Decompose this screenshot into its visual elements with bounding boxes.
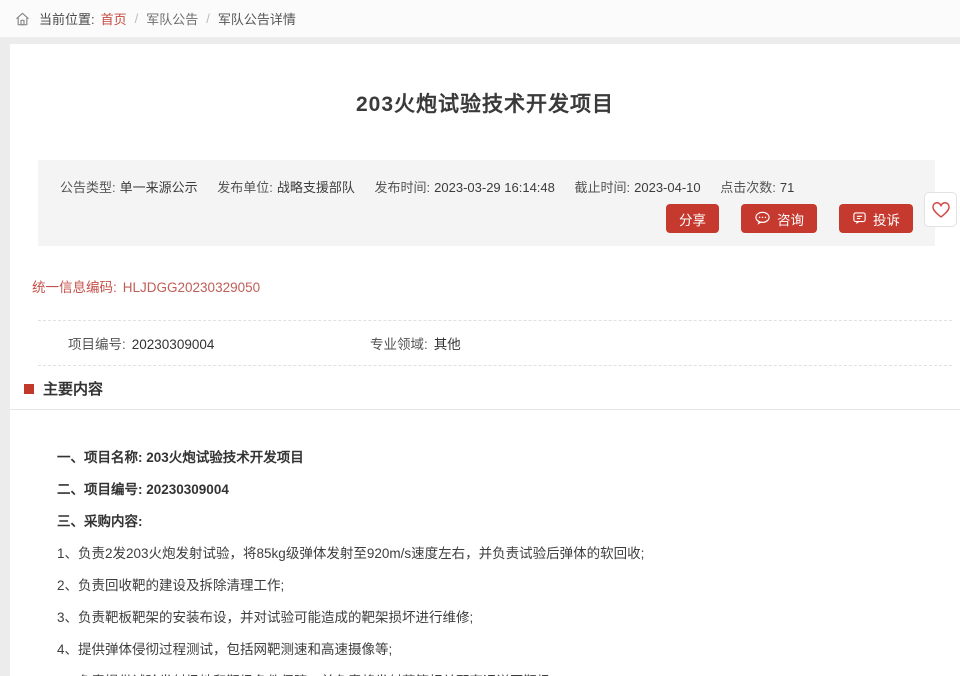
actions-row: 分享 咨询 投诉: [60, 204, 913, 233]
meta-field-publish-time: 发布时间: 2023-03-29 16:14:48: [374, 180, 555, 195]
consult-button[interactable]: 咨询: [741, 204, 817, 233]
content-item-1: 1、负责2发203火炮发射试验，将85kg级弹体发射至920m/s速度左右，并负…: [57, 546, 645, 561]
section-header-main-content: 主要内容: [10, 366, 960, 410]
content-item-3: 3、负责靶板靶架的安装布设，并对试验可能造成的靶架损坏进行维修;: [57, 610, 474, 625]
main-content-body: 一、项目名称: 203火炮试验技术开发项目 二、项目编号: 2023030900…: [10, 410, 960, 676]
breadcrumb: 当前位置: 首页 / 军队公告 / 军队公告详情: [0, 0, 960, 38]
meta-info-box: 公告类型: 单一来源公示 发布单位: 战略支援部队 发布时间: 2023-03-29 …: [38, 160, 935, 246]
breadcrumb-separator: /: [206, 11, 210, 26]
page-title: 203火炮试验技术开发项目: [355, 93, 615, 116]
complaint-button[interactable]: 投诉: [839, 204, 913, 233]
red-square-bullet-icon: [24, 383, 34, 394]
project-summary-box: 项目编号: 20230309004 专业领域: 其他: [38, 320, 952, 366]
content-heading-project-name: 一、项目名称: 203火炮试验技术开发项目: [57, 450, 304, 465]
complaint-button-label: 投诉: [873, 212, 900, 228]
report-bubble-icon: [852, 211, 867, 226]
consult-button-label: 咨询: [777, 212, 804, 228]
section-title: 主要内容: [43, 381, 104, 398]
meta-field-deadline: 截止时间: 2023-04-10: [574, 180, 701, 195]
content-item-4: 4、提供弹体侵彻过程测试，包括网靶测速和高速摄像等;: [57, 642, 393, 657]
content-heading-procurement: 三、采购内容:: [57, 514, 143, 529]
meta-field-publisher: 发布单位: 战略支援部队: [217, 180, 355, 195]
announcement-detail-card: 203火炮试验技术开发项目 公告类型: 单一来源公示 发布单位: 战略支援部队 发布…: [10, 44, 960, 676]
content-item-2: 2、负责回收靶的建设及拆除清理工作;: [57, 578, 285, 593]
meta-field-click-count: 点击次数: 71: [720, 180, 795, 195]
meta-field-announce-type: 公告类型: 单一来源公示: [60, 180, 198, 195]
share-button[interactable]: 分享: [666, 204, 719, 233]
share-button-label: 分享: [679, 212, 706, 228]
professional-field: 专业领域: 其他: [370, 337, 461, 352]
breadcrumb-home-link[interactable]: 首页: [101, 9, 127, 28]
breadcrumb-location-label: 当前位置:: [39, 12, 95, 27]
unified-code-line: 统一信息编码: HLJDGG20230329050: [32, 276, 960, 296]
meta-line: 公告类型: 单一来源公示 发布单位: 战略支援部队 发布时间: 2023-03-29 …: [60, 177, 913, 196]
breadcrumb-separator: /: [134, 11, 139, 26]
chat-bubble-icon: [754, 211, 771, 226]
unified-code-value: HLJDGG20230329050: [122, 280, 261, 295]
breadcrumb-current-page: 军队公告详情: [217, 12, 296, 27]
favorite-button[interactable]: [924, 192, 957, 227]
content-heading-project-number: 二、项目编号: 20230309004: [57, 482, 229, 497]
home-icon[interactable]: [14, 11, 31, 27]
unified-code-label: 统一信息编码:: [32, 280, 117, 295]
project-number-field: 项目编号: 20230309004: [68, 337, 215, 352]
breadcrumb-announcements-link[interactable]: 军队公告: [146, 9, 198, 28]
heart-icon: [931, 201, 951, 219]
